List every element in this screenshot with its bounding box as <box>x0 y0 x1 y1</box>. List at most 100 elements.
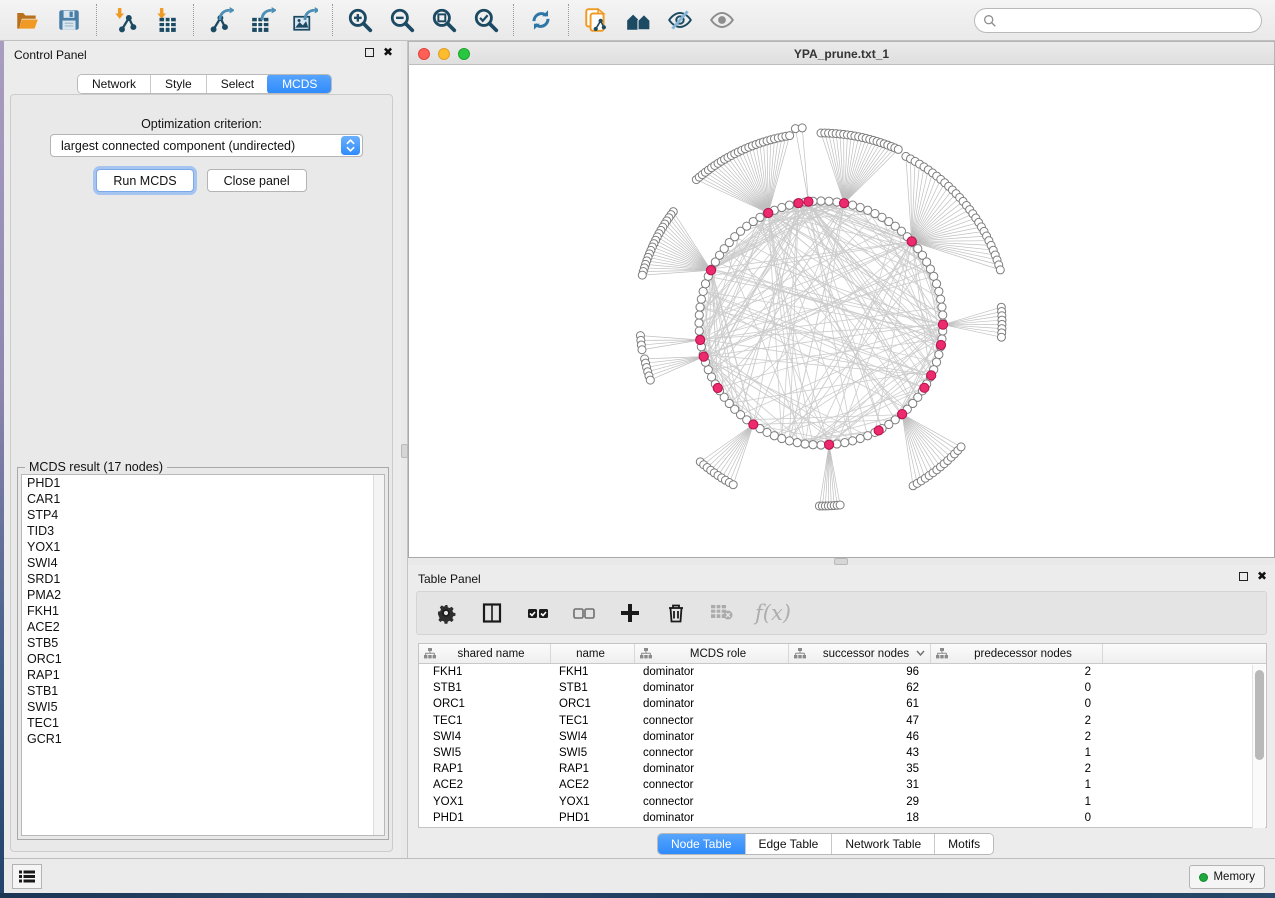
cell[interactable]: FKH1 <box>551 666 635 678</box>
splitter-grip[interactable] <box>401 444 408 458</box>
mcds-result-list[interactable]: PHD1CAR1STP4TID3YOX1SWI4SRD1PMA2FKH1ACE2… <box>21 474 385 836</box>
close-panel-icon[interactable]: ✖ <box>1257 572 1267 581</box>
cell[interactable]: STB1 <box>419 682 551 694</box>
cell[interactable]: 62 <box>789 682 931 694</box>
column-header-MCDS-role[interactable]: MCDS role <box>635 644 789 663</box>
cell[interactable]: connector <box>635 779 789 791</box>
cell[interactable]: 2 <box>931 763 1103 775</box>
cell[interactable]: dominator <box>635 698 789 710</box>
tab-mcds[interactable]: MCDS <box>267 74 332 94</box>
zoom-out-icon[interactable] <box>387 5 417 35</box>
scrollbar-thumb[interactable] <box>1255 670 1264 760</box>
cell[interactable]: RAP1 <box>419 763 551 775</box>
cell[interactable]: 2 <box>931 715 1103 727</box>
cell[interactable]: 1 <box>931 747 1103 759</box>
cell[interactable]: dominator <box>635 666 789 678</box>
network-graph[interactable] <box>409 65 1274 556</box>
network-window-titlebar[interactable]: YPA_prune.txt_1 <box>408 41 1275 65</box>
horizontal-splitter[interactable] <box>408 558 1275 565</box>
tab-style[interactable]: Style <box>150 75 206 93</box>
export-image-icon[interactable] <box>290 5 320 35</box>
table-row[interactable]: SWI4SWI4dominator462 <box>419 729 1266 745</box>
cell[interactable]: PHD1 <box>419 812 551 824</box>
list-item[interactable]: SWI5 <box>22 699 384 715</box>
tab-node-table[interactable]: Node Table <box>658 834 745 854</box>
trash-icon[interactable] <box>663 600 689 626</box>
cell[interactable]: 35 <box>789 763 931 775</box>
cell[interactable]: PHD1 <box>551 812 635 824</box>
list-item[interactable]: YOX1 <box>22 539 384 555</box>
minimize-window-icon[interactable] <box>438 48 450 60</box>
cell[interactable]: 1 <box>931 779 1103 791</box>
cell[interactable]: 2 <box>931 731 1103 743</box>
tab-network[interactable]: Network <box>78 75 150 93</box>
close-panel-icon[interactable]: ✖ <box>383 48 393 57</box>
new-network-from-selection-icon[interactable] <box>581 5 611 35</box>
table-row[interactable]: TEC1TEC1connector472 <box>419 713 1266 729</box>
list-item[interactable]: PHD1 <box>22 475 384 491</box>
close-panel-button[interactable]: Close panel <box>207 169 307 192</box>
panel-menu-button[interactable] <box>12 864 42 889</box>
table-row[interactable]: STB1STB1dominator620 <box>419 680 1266 696</box>
tab-network-table[interactable]: Network Table <box>831 834 934 854</box>
cell[interactable]: connector <box>635 747 789 759</box>
float-panel-icon[interactable] <box>365 48 374 57</box>
cell[interactable]: YOX1 <box>551 796 635 808</box>
list-item[interactable]: PMA2 <box>22 587 384 603</box>
cell[interactable]: 18 <box>789 812 931 824</box>
cell[interactable]: TEC1 <box>419 715 551 727</box>
plus-icon[interactable] <box>617 600 643 626</box>
export-table-icon[interactable] <box>248 5 278 35</box>
tab-edge-table[interactable]: Edge Table <box>745 834 832 854</box>
cell[interactable]: connector <box>635 796 789 808</box>
cell[interactable]: 96 <box>789 666 931 678</box>
cell[interactable]: ORC1 <box>419 698 551 710</box>
columns-icon[interactable] <box>479 600 505 626</box>
list-item[interactable]: ORC1 <box>22 651 384 667</box>
select-all-icon[interactable] <box>525 600 551 626</box>
list-item[interactable]: TID3 <box>22 523 384 539</box>
import-network-icon[interactable] <box>109 5 139 35</box>
zoom-selected-icon[interactable] <box>471 5 501 35</box>
table-row[interactable]: RAP1RAP1dominator352 <box>419 761 1266 777</box>
cell[interactable]: YOX1 <box>419 796 551 808</box>
cell[interactable]: 1 <box>931 796 1103 808</box>
memory-button[interactable]: Memory <box>1189 865 1265 889</box>
open-file-icon[interactable] <box>12 5 42 35</box>
list-item[interactable]: FKH1 <box>22 603 384 619</box>
cell[interactable]: 2 <box>931 666 1103 678</box>
column-header-successor-nodes[interactable]: successor nodes <box>789 644 931 663</box>
export-network-icon[interactable] <box>206 5 236 35</box>
cell[interactable]: dominator <box>635 763 789 775</box>
show-all-icon[interactable] <box>707 5 737 35</box>
cell[interactable]: dominator <box>635 731 789 743</box>
gear-icon[interactable] <box>433 600 459 626</box>
list-item[interactable]: STB5 <box>22 635 384 651</box>
cell[interactable]: 0 <box>931 698 1103 710</box>
list-item[interactable]: STB1 <box>22 683 384 699</box>
cell[interactable]: ORC1 <box>551 698 635 710</box>
optimization-criterion-select[interactable]: largest connected component (undirected) <box>50 134 363 157</box>
deselect-all-icon[interactable] <box>571 600 597 626</box>
table-row[interactable]: ACE2ACE2connector311 <box>419 777 1266 793</box>
cell[interactable]: TEC1 <box>551 715 635 727</box>
list-scrollbar[interactable] <box>373 475 384 835</box>
save-session-icon[interactable] <box>54 5 84 35</box>
first-neighbors-icon[interactable] <box>623 5 653 35</box>
cell[interactable]: ACE2 <box>551 779 635 791</box>
cell[interactable]: FKH1 <box>419 666 551 678</box>
maximize-window-icon[interactable] <box>458 48 470 60</box>
float-panel-icon[interactable] <box>1239 572 1248 581</box>
cell[interactable]: dominator <box>635 682 789 694</box>
cell[interactable]: 0 <box>931 812 1103 824</box>
cell[interactable]: dominator <box>635 812 789 824</box>
import-table-icon[interactable] <box>151 5 181 35</box>
search-input[interactable] <box>1002 11 1261 31</box>
cell[interactable]: ACE2 <box>419 779 551 791</box>
cell[interactable]: RAP1 <box>551 763 635 775</box>
cell[interactable]: 47 <box>789 715 931 727</box>
column-header-predecessor-nodes[interactable]: predecessor nodes <box>931 644 1103 663</box>
run-mcds-button[interactable]: Run MCDS <box>96 169 193 192</box>
network-canvas[interactable] <box>408 65 1275 558</box>
sort-desc-icon[interactable] <box>916 650 925 656</box>
